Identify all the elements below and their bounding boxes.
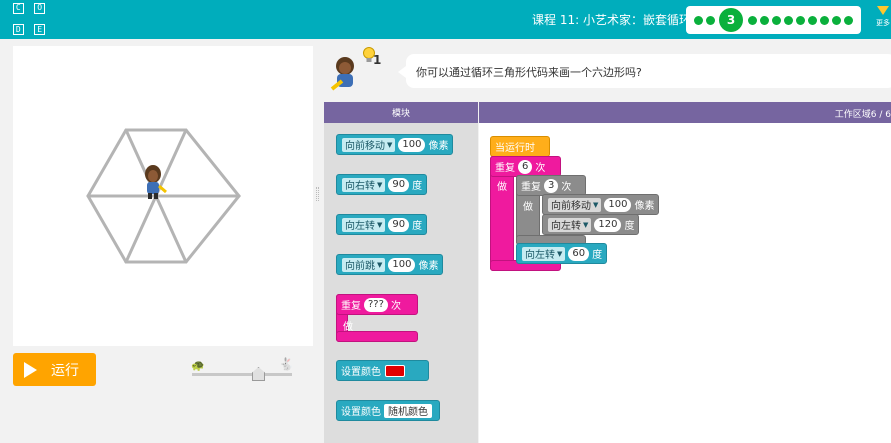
move-forward-block[interactable]: 向前移动 ▼ 100 像素 [542, 194, 660, 215]
toolbox-header: 模块 [324, 102, 478, 123]
chevron-down-icon [877, 6, 889, 15]
turn-left-block[interactable]: 向左转 ▼ 90 度 [336, 214, 428, 235]
panel-resize-handle[interactable] [316, 187, 319, 201]
turtle-icon: 🐢 [191, 359, 205, 372]
direction-dropdown[interactable]: 向前移动 ▼ [548, 197, 602, 212]
play-icon [24, 361, 37, 378]
level-dot[interactable] [784, 16, 793, 25]
level-dot[interactable] [796, 16, 805, 25]
angle-field[interactable]: 90 [388, 217, 410, 232]
level-dot[interactable] [706, 16, 715, 25]
turn-right-block[interactable]: 向右转 ▼ 90 度 [336, 174, 428, 195]
repeat-count-field[interactable]: ??? [364, 297, 388, 312]
outer-repeat-header[interactable]: 重复 6 次 [490, 156, 561, 177]
level-dot[interactable] [832, 16, 841, 25]
distance-field[interactable]: 100 [398, 137, 426, 152]
level-dot[interactable] [844, 16, 853, 25]
turn-left-block[interactable]: 向左转 ▼ 60 度 [516, 243, 608, 264]
slider-thumb[interactable] [252, 367, 265, 381]
repeat-count-field[interactable]: 3 [544, 178, 559, 193]
color-swatch[interactable] [385, 364, 405, 377]
distance-field[interactable]: 100 [604, 197, 632, 212]
toolbox-panel: 向前移动 ▼ 100 像素 向右转 ▼ 90 度 向左转 ▼ 90 度 向前跳 ▼ 10… [324, 123, 478, 443]
angle-field[interactable]: 120 [594, 217, 622, 232]
direction-dropdown[interactable]: 向前跳 ▼ [342, 257, 386, 272]
instructions-area: 1 你可以通过循环三角形代码来画一个六边形吗? [324, 46, 891, 99]
level-dot[interactable] [748, 16, 757, 25]
level-dot[interactable] [820, 16, 829, 25]
move-forward-block[interactable]: 向前移动 ▼ 100 像素 [336, 134, 454, 155]
drawing-canvas [13, 46, 313, 346]
run-button[interactable]: 运行 [13, 353, 96, 386]
instruction-text: 你可以通过循环三角形代码来画一个六边形吗? [416, 66, 642, 79]
code-logo[interactable]: C O D E [13, 3, 45, 35]
direction-dropdown[interactable]: 向右转 ▼ [342, 177, 386, 192]
lesson-title: 课程 11: 小艺术家：嵌套循环 [532, 13, 691, 27]
direction-dropdown[interactable]: 向前移动 ▼ [342, 137, 396, 152]
workspace-header: 工作区域6 / 6 [479, 102, 891, 123]
inner-repeat-header[interactable]: 重复 3 次 [516, 175, 586, 196]
angle-field[interactable]: 90 [388, 177, 410, 192]
header-bar: C O D E 课程 11: 小艺术家：嵌套循环 3 更多 [0, 0, 891, 39]
workspace-block-count: 工作区域6 / 6 [834, 110, 891, 120]
jump-forward-block[interactable]: 向前跳 ▼ 100 像素 [336, 254, 444, 275]
set-color-block[interactable]: 设置颜色 [336, 360, 429, 381]
level-dot[interactable] [772, 16, 781, 25]
level-progress: 3 [686, 6, 861, 34]
workspace-panel[interactable]: 当运行时 重复 6 次 做 重复 3 次 做 向前移动 ▼ 100 像素 向左转 ▼… [479, 123, 891, 443]
level-dot[interactable] [808, 16, 817, 25]
hexagon-drawing [86, 128, 241, 264]
instruction-bubble: 你可以通过循环三角形代码来画一个六边形吗? [398, 54, 891, 88]
hint-count: 1 [373, 53, 382, 67]
speed-slider[interactable]: 🐢 🐇 [188, 355, 298, 385]
random-color-value[interactable]: 随机颜色 [384, 403, 432, 418]
direction-dropdown[interactable]: 向左转 ▼ [342, 217, 386, 232]
when-run-block[interactable]: 当运行时 [490, 136, 550, 157]
artist-avatar [330, 57, 354, 91]
current-level-badge[interactable]: 3 [719, 8, 743, 32]
direction-dropdown[interactable]: 向左转 ▼ [548, 217, 592, 232]
level-dot[interactable] [760, 16, 769, 25]
distance-field[interactable]: 100 [388, 257, 416, 272]
slider-track[interactable] [192, 373, 292, 376]
repeat-header[interactable]: 重复 ??? 次 [336, 294, 418, 315]
more-menu[interactable]: 更多 [872, 4, 891, 28]
level-dot[interactable] [694, 16, 703, 25]
angle-field[interactable]: 60 [568, 246, 590, 261]
set-random-color-block[interactable]: 设置颜色 随机颜色 [336, 400, 440, 421]
turn-left-block[interactable]: 向左转 ▼ 120 度 [542, 214, 640, 235]
direction-dropdown[interactable]: 向左转 ▼ [522, 246, 566, 261]
rabbit-icon: 🐇 [279, 357, 294, 371]
repeat-count-field[interactable]: 6 [518, 159, 533, 174]
